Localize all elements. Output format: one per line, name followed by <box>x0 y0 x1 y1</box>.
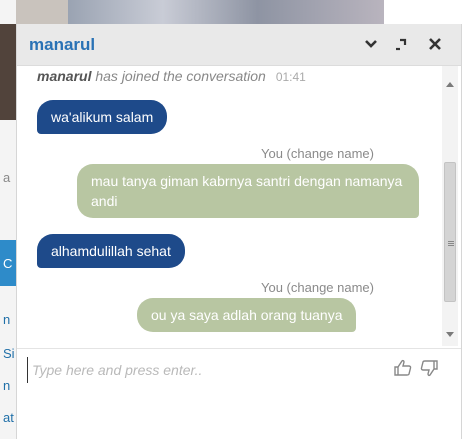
message-scrollbar[interactable] <box>442 66 458 346</box>
sender-label[interactable]: You (change name) <box>261 146 374 161</box>
background-text: a <box>3 170 11 185</box>
system-message: manarul has joined the conversation 01:41 <box>37 68 306 84</box>
scroll-down-arrow-icon[interactable] <box>446 332 454 337</box>
composer <box>17 348 461 439</box>
thumbs-down-icon[interactable] <box>419 358 439 378</box>
page: a C n Si n at manarul manarul has joined… <box>0 0 464 439</box>
visitor-message: mau tanya giman kabrnya santri dengan na… <box>77 164 419 218</box>
message-timestamp: 01:41 <box>275 70 306 84</box>
popout-icon[interactable] <box>389 32 413 56</box>
system-message-name: manarul <box>37 68 92 84</box>
chat-header[interactable]: manarul <box>17 24 461 66</box>
agent-name: manarul <box>29 35 96 54</box>
background-photo <box>384 0 464 24</box>
grip-icon <box>448 243 454 244</box>
background-text: n <box>3 378 11 393</box>
close-icon[interactable] <box>423 32 447 56</box>
agent-message: wa'alikum salam <box>37 100 168 134</box>
background-text: at <box>3 410 14 425</box>
background-text: Si <box>3 346 15 361</box>
background-photo <box>0 24 16 120</box>
message-input[interactable] <box>27 357 367 383</box>
visitor-message: ou ya saya adlah orang tuanya <box>137 298 357 332</box>
sender-label[interactable]: You (change name) <box>261 280 374 295</box>
agent-message: alhamdulillah sehat <box>37 234 185 268</box>
scroll-up-arrow-icon[interactable] <box>446 82 454 87</box>
background-text: C <box>3 256 13 271</box>
message-list: manarul has joined the conversation 01:41… <box>17 66 439 346</box>
background-photo <box>16 0 68 24</box>
thumbs-up-icon[interactable] <box>393 358 413 378</box>
chat-widget: manarul manarul has joined the conversat… <box>16 24 462 439</box>
system-message-text: has joined the conversation <box>91 68 266 84</box>
background-text: n <box>3 312 11 327</box>
background-photo <box>68 0 384 24</box>
minimize-icon[interactable] <box>359 32 383 56</box>
scrollbar-thumb[interactable] <box>444 162 456 302</box>
